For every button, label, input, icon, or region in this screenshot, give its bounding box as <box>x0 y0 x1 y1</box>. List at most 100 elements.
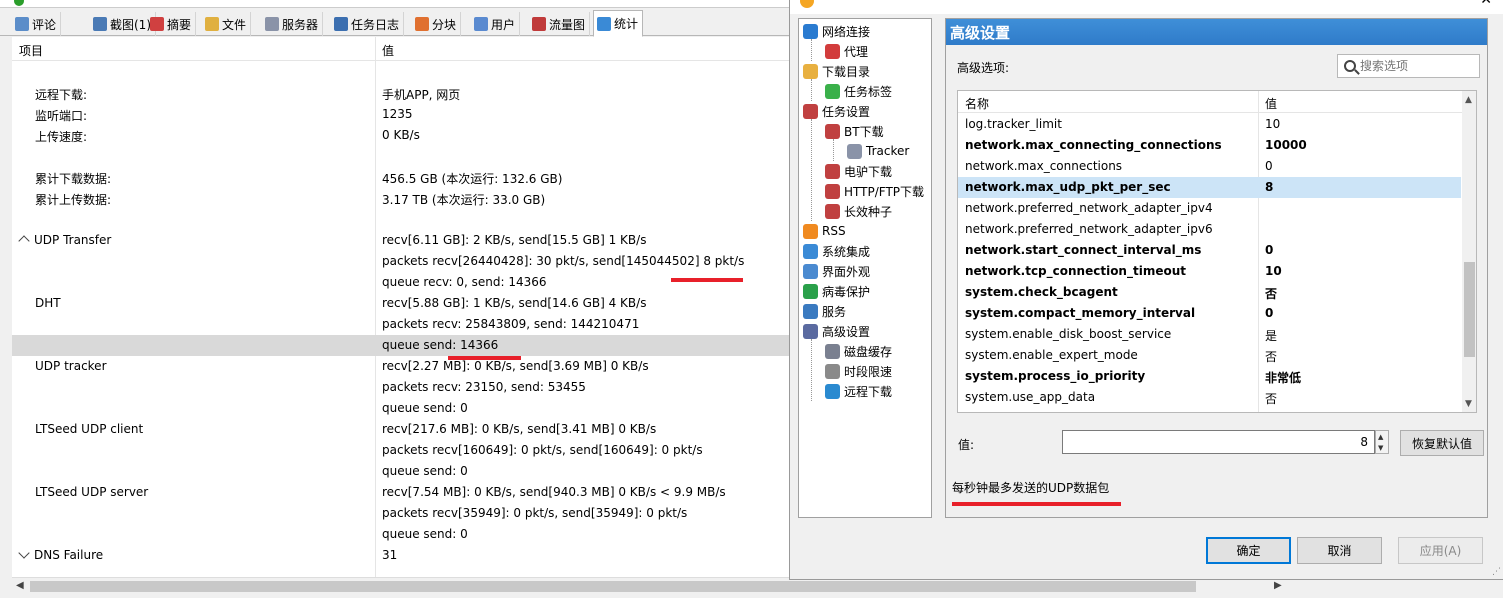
table-row[interactable]: packets recv: 23150, send: 53455 <box>12 377 790 398</box>
spin-down-icon[interactable]: ▼ <box>1378 444 1383 452</box>
options-header-name[interactable]: 名称 <box>965 95 989 112</box>
table-row[interactable]: queue send: 14366 <box>12 335 790 356</box>
options-header: 名称 值 <box>958 91 1463 113</box>
table-row[interactable]: UDP tracker recv[2.27 MB]: 0 KB/s, send[3… <box>12 356 790 377</box>
tab-9[interactable]: 统计 <box>593 10 644 37</box>
tree-item[interactable]: 系统集成 <box>803 241 870 261</box>
table-row[interactable]: packets recv: 25843809, send: 144210471 <box>12 314 790 335</box>
table-row[interactable]: 累计下载数据: 456.5 GB (本次运行: 132.6 GB) <box>12 167 790 188</box>
option-row[interactable]: network.start_connect_interval_ms 0 <box>958 240 1461 261</box>
table-row[interactable]: DHT recv[5.88 GB]: 1 KB/s, send[14.6 GB] … <box>12 293 790 314</box>
option-row[interactable]: network.preferred_network_adapter_ipv4 <box>958 198 1461 219</box>
table-row[interactable]: queue send: 0 <box>12 461 790 482</box>
grid-header: 项目 值 <box>12 37 790 61</box>
option-row[interactable]: network.max_udp_pkt_per_sec 8 <box>958 177 1461 198</box>
table-row[interactable]: 远程下载: 手机APP, 网页 <box>12 83 790 104</box>
options-header-value[interactable]: 值 <box>1265 95 1277 112</box>
value-input[interactable] <box>1062 430 1375 454</box>
table-row[interactable]: LTSeed UDP server recv[7.54 MB]: 0 KB/s, … <box>12 482 790 503</box>
tree-item[interactable]: 下载目录 <box>803 61 870 81</box>
table-row[interactable]: DNS Failure 31 <box>12 545 790 566</box>
tab-3[interactable]: 文件 <box>202 12 252 36</box>
task-row-strip <box>0 0 790 8</box>
option-row[interactable]: network.max_connections 0 <box>958 156 1461 177</box>
row-key: 远程下载: <box>35 86 87 103</box>
cancel-button[interactable]: 取消 <box>1297 537 1382 564</box>
option-row[interactable]: system.compact_memory_interval 0 <box>958 303 1461 324</box>
tree-item[interactable]: 代理 <box>825 41 868 61</box>
tree-item[interactable]: Tracker <box>847 141 909 161</box>
option-row[interactable]: log.tracker_limit 10 <box>958 114 1461 135</box>
tab-2[interactable]: 摘要 <box>147 12 197 36</box>
tab-7[interactable]: 用户 <box>471 12 521 36</box>
tree-item-icon <box>803 283 818 299</box>
scroll-left-icon[interactable]: ◀ <box>16 580 24 591</box>
tree-item[interactable]: 磁盘缓存 <box>825 341 892 361</box>
option-row[interactable]: system.use_app_data 否 <box>958 387 1461 408</box>
scroll-up-icon[interactable]: ▲ <box>1465 95 1472 105</box>
tree-item[interactable]: 网络连接 <box>803 21 870 41</box>
options-scrollbar[interactable]: ▲ ▼ <box>1462 91 1476 412</box>
table-row[interactable]: UDP Transfer recv[6.11 GB]: 2 KB/s, send[… <box>12 230 790 251</box>
table-row[interactable]: packets recv[160649]: 0 pkt/s, send[1606… <box>12 440 790 461</box>
apply-button[interactable]: 应用(A) <box>1398 537 1483 564</box>
option-row[interactable]: network.preferred_network_adapter_ipv6 <box>958 219 1461 240</box>
tab-6[interactable]: 分块 <box>412 12 462 36</box>
tab-8[interactable]: 流量图 <box>529 12 591 36</box>
table-row[interactable]: queue recv: 0, send: 14366 <box>12 272 790 293</box>
tree-item-icon <box>825 83 840 99</box>
tree-item[interactable]: 任务设置 <box>803 101 870 121</box>
tab-icon <box>532 17 546 31</box>
scroll-down-icon[interactable]: ▼ <box>1465 399 1472 409</box>
table-row[interactable]: packets recv[35949]: 0 pkt/s, send[35949… <box>12 503 790 524</box>
tab-5[interactable]: 任务日志 <box>331 12 405 36</box>
resize-grip-icon[interactable]: ⋰ <box>1492 567 1501 577</box>
spin-up-icon[interactable]: ▲ <box>1378 433 1383 441</box>
tree-item[interactable]: RSS <box>803 221 846 241</box>
ok-button[interactable]: 确定 <box>1206 537 1291 564</box>
row-key: DHT <box>35 296 61 310</box>
tree-item[interactable]: 任务标签 <box>825 81 892 101</box>
tree-item[interactable]: 病毒保护 <box>803 281 870 301</box>
tree-item[interactable]: 高级设置 <box>803 321 870 341</box>
option-row[interactable]: network.max_connecting_connections 10000 <box>958 135 1461 156</box>
table-row[interactable]: queue send: 0 <box>12 524 790 545</box>
search-box[interactable] <box>1337 54 1480 78</box>
horizontal-scrollbar[interactable]: ◀ ▶ <box>12 577 1282 594</box>
tree-item[interactable]: 电驴下载 <box>825 161 892 181</box>
table-row[interactable]: queue send: 0 <box>12 398 790 419</box>
table-row[interactable]: LTSeed UDP client recv[217.6 MB]: 0 KB/s,… <box>12 419 790 440</box>
tree-item[interactable]: 长效种子 <box>825 201 892 221</box>
scroll-thumb[interactable] <box>30 581 1196 592</box>
scroll-right-icon[interactable]: ▶ <box>1274 580 1282 591</box>
table-row[interactable]: 累计上传数据: 3.17 TB (本次运行: 33.0 GB) <box>12 188 790 209</box>
tree-item-icon <box>803 223 818 239</box>
tree-item[interactable]: 服务 <box>803 301 846 321</box>
option-row[interactable]: system.check_bcagent 否 <box>958 282 1461 303</box>
value-spinner[interactable]: ▲ ▼ <box>1375 430 1389 454</box>
tree-item[interactable]: 时段限速 <box>825 361 892 381</box>
close-icon[interactable]: ✕ <box>1480 0 1492 8</box>
tab-4[interactable]: 服务器 <box>262 12 324 36</box>
chevron-up-icon[interactable] <box>18 235 30 247</box>
table-row[interactable]: 上传速度: 0 KB/s <box>12 125 790 146</box>
search-input[interactable] <box>1360 59 1470 73</box>
reset-default-button[interactable]: 恢复默认值 <box>1400 430 1484 456</box>
table-row[interactable]: packets recv[26440428]: 30 pkt/s, send[1… <box>12 251 790 272</box>
chevron-down-icon[interactable] <box>18 547 30 559</box>
tree-item[interactable]: 界面外观 <box>803 261 870 281</box>
tree-item-label: 下载目录 <box>822 64 871 79</box>
tree-item-icon <box>847 143 862 159</box>
tree-item[interactable]: 远程下载 <box>825 381 892 401</box>
tree-item[interactable]: BT下载 <box>825 121 884 141</box>
option-row[interactable]: network.tcp_connection_timeout 10 <box>958 261 1461 282</box>
statistics-grid: 项目 值 远程下载: 手机APP, 网页 监听端口: 1235 上传速度: 0 KB/s 累… <box>12 37 790 577</box>
option-row[interactable]: system.process_io_priority 非常低 <box>958 366 1461 387</box>
options-scroll-thumb[interactable] <box>1464 262 1475 357</box>
option-row[interactable]: system.enable_disk_boost_service 是 <box>958 324 1461 345</box>
tab-icon <box>597 16 611 31</box>
tab-0[interactable]: 评论 <box>12 12 62 36</box>
tree-item[interactable]: HTTP/FTP下载 <box>825 181 924 201</box>
option-row[interactable]: system.enable_expert_mode 否 <box>958 345 1461 366</box>
table-row[interactable]: 监听端口: 1235 <box>12 104 790 125</box>
